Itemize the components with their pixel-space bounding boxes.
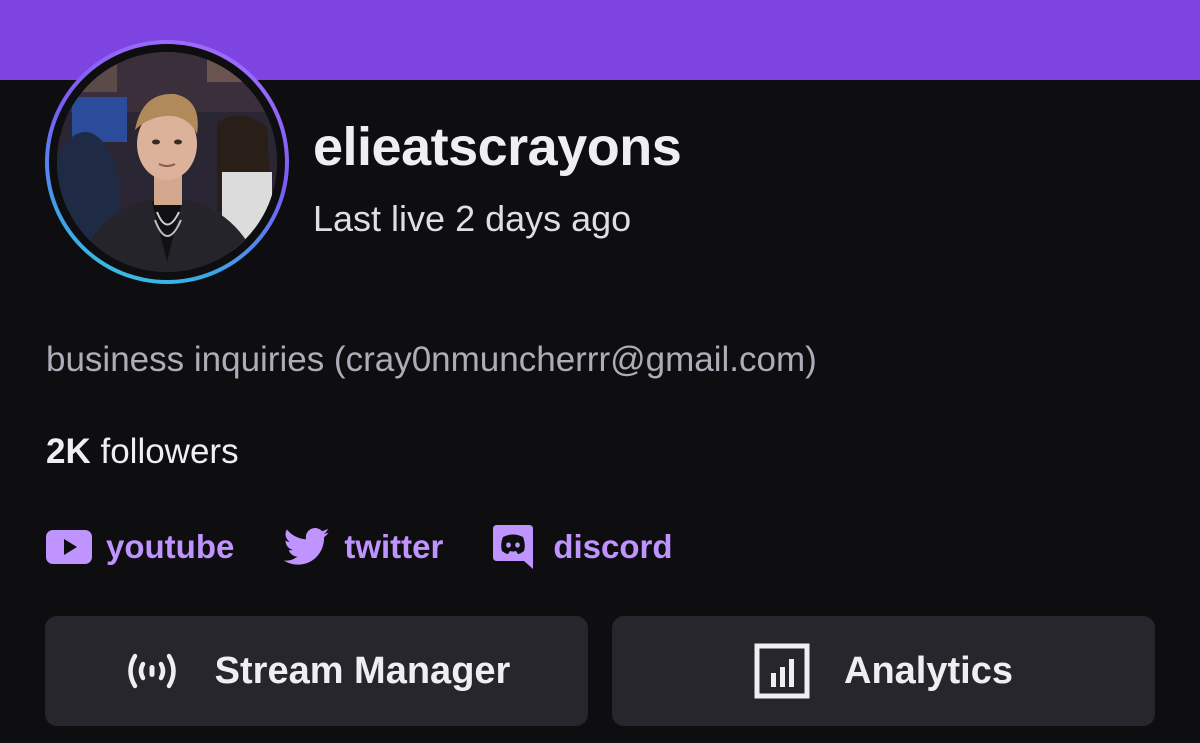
- avatar[interactable]: [45, 40, 289, 284]
- channel-username: elieatscrayons: [313, 117, 682, 177]
- analytics-label: Analytics: [844, 649, 1013, 692]
- social-label-twitter: twitter: [344, 528, 444, 565]
- avatar-photo: [57, 52, 277, 272]
- broadcast-icon: [123, 651, 181, 691]
- discord-icon: [493, 525, 541, 569]
- bar-chart-icon: [754, 643, 810, 699]
- stream-manager-button[interactable]: Stream Manager: [45, 616, 588, 726]
- stream-manager-label: Stream Manager: [214, 649, 511, 692]
- followers-label: followers: [90, 432, 239, 471]
- youtube-icon: [46, 525, 94, 569]
- social-links: youtube twitter discord: [46, 525, 723, 569]
- twitter-icon: [284, 525, 332, 569]
- social-label-youtube: youtube: [106, 528, 235, 565]
- channel-bio: business inquiries (cray0nmuncherrr@gmai…: [46, 340, 817, 379]
- social-label-discord: discord: [553, 528, 673, 565]
- analytics-button[interactable]: Analytics: [612, 616, 1155, 726]
- social-link-twitter[interactable]: twitter: [284, 525, 443, 569]
- social-link-discord[interactable]: discord: [493, 525, 673, 569]
- last-live-status: Last live 2 days ago: [313, 198, 632, 239]
- followers-count: 2K followers: [46, 432, 239, 472]
- followers-number: 2K: [46, 432, 91, 471]
- social-link-youtube[interactable]: youtube: [46, 525, 234, 569]
